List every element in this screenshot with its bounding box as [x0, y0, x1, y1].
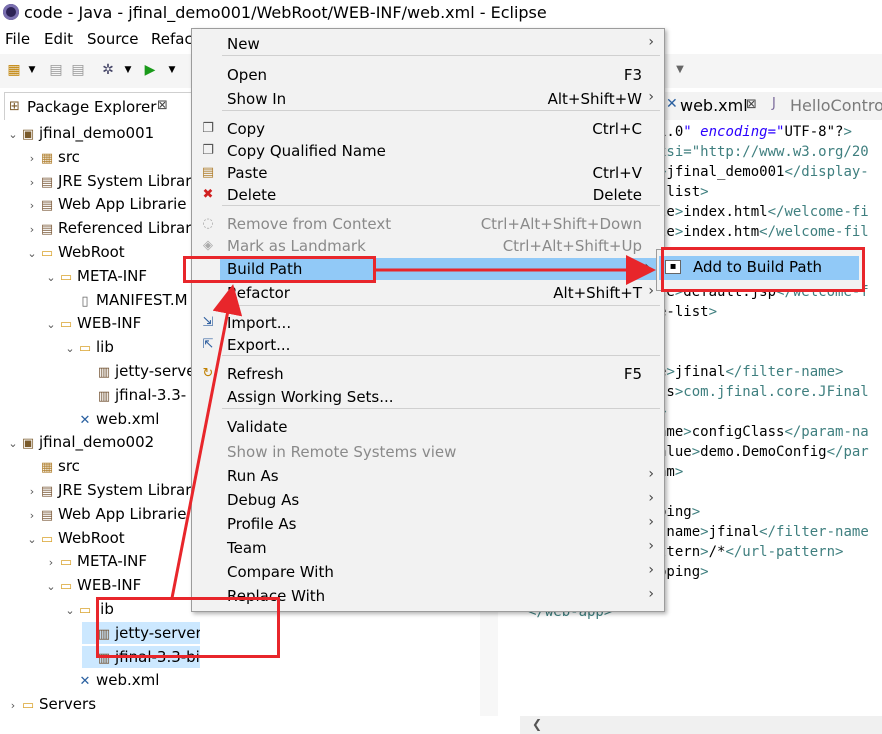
- annotation-arrow-up: [170, 284, 243, 599]
- annotation-arrows: [170, 255, 656, 599]
